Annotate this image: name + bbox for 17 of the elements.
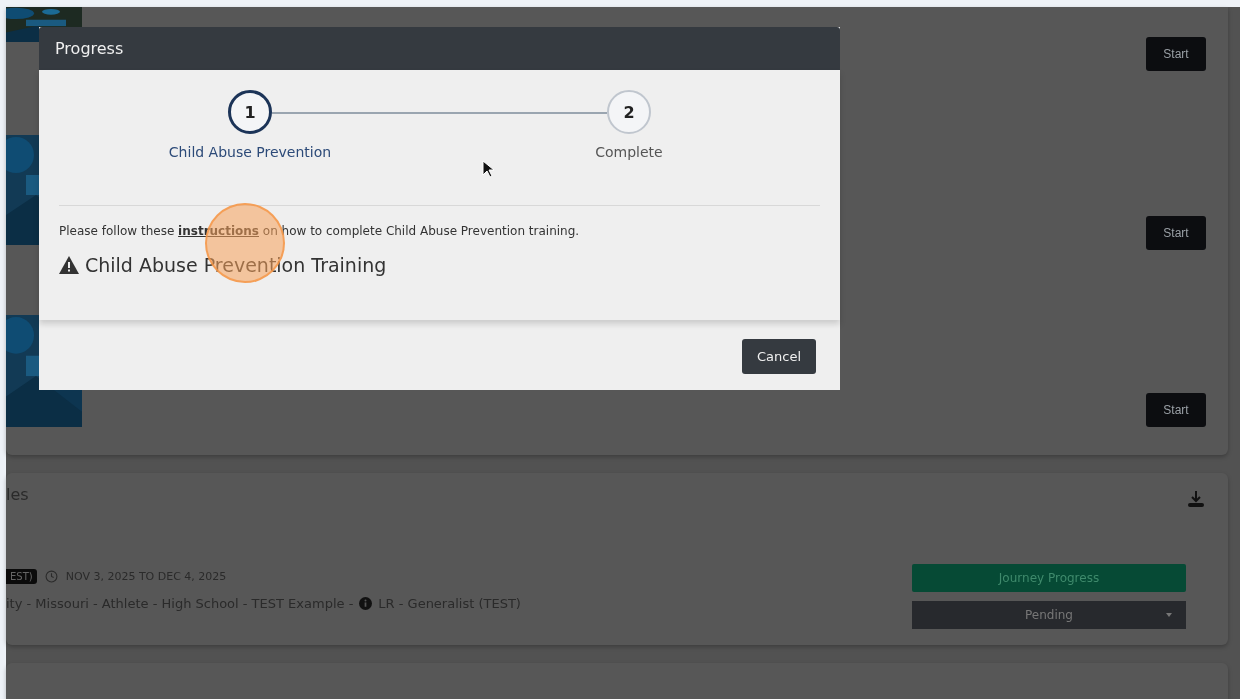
step-label: Child Abuse Prevention <box>168 144 332 160</box>
clock-icon <box>44 570 58 583</box>
dialog-title: Progress <box>55 39 124 58</box>
start-button[interactable]: Start <box>1146 216 1206 250</box>
tag: EST) <box>6 569 37 584</box>
start-button[interactable]: Start <box>1146 37 1206 71</box>
cursor-icon <box>482 160 494 178</box>
warning-icon <box>59 256 79 274</box>
download-icon[interactable] <box>1186 489 1206 509</box>
start-button[interactable]: Start <box>1146 393 1206 427</box>
step-circle: 2 <box>607 90 651 134</box>
cancel-button[interactable]: Cancel <box>742 338 816 374</box>
step-label: Complete <box>595 144 663 160</box>
caret-icon <box>1166 613 1172 617</box>
training-heading: Child Abuse Prevention Training <box>85 254 387 276</box>
info-icon[interactable] <box>359 597 373 610</box>
step-circle: 1 <box>228 90 272 134</box>
